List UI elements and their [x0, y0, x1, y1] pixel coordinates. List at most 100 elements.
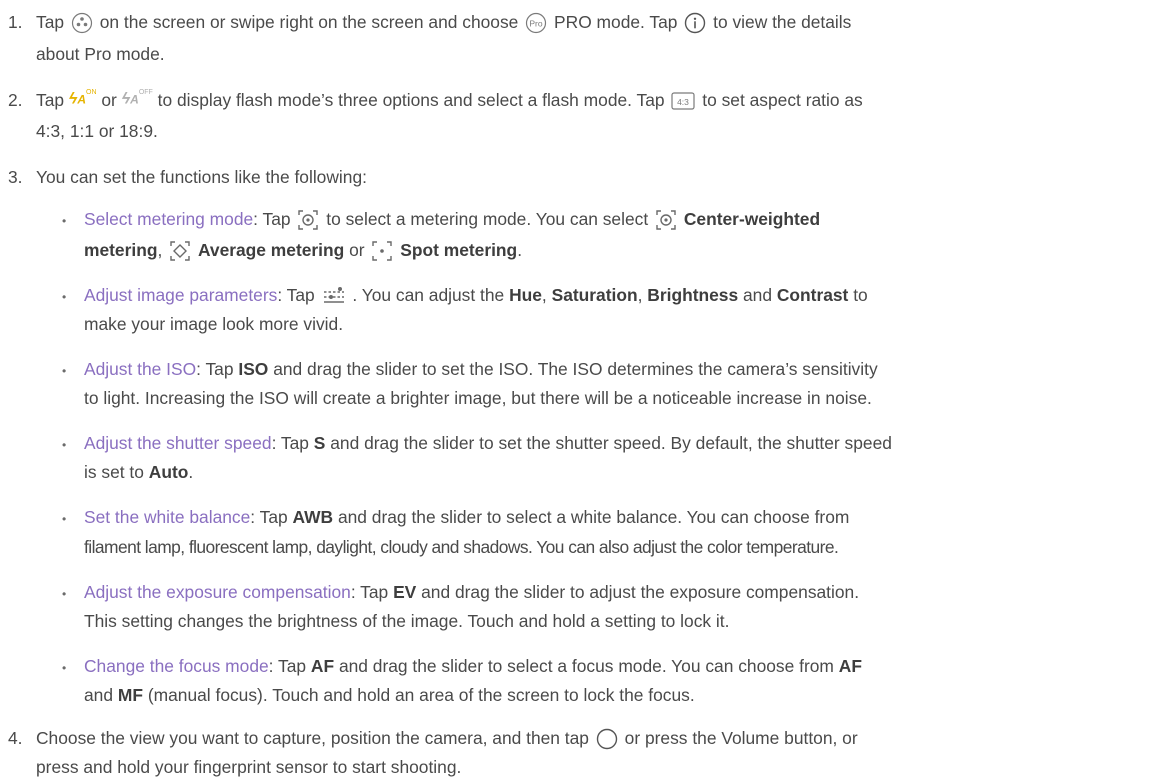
bullet: • — [62, 512, 67, 526]
function-wb-text-cont: filament lamp, fluorescent lamp, dayligh… — [84, 537, 839, 557]
function-text: , — [157, 240, 163, 260]
function-text: : Tap — [250, 507, 288, 527]
bold-term: Center-weighted — [683, 209, 821, 229]
bold-term: AF — [838, 656, 862, 676]
step-1-text-a: Tap — [36, 12, 65, 32]
bold-term: Auto — [148, 462, 189, 482]
bold-term: Average metering — [197, 240, 345, 260]
mode-dots-icon — [71, 12, 93, 34]
function-text: : Tap — [196, 359, 234, 379]
aspect-ratio-icon-label: 4:3 — [678, 97, 690, 107]
function-image-params-text-cont: make your image look more vivid. — [84, 314, 344, 334]
function-title: Adjust the ISO — [84, 359, 197, 379]
bold-term: ISO — [238, 359, 269, 379]
flash-on-label: ON — [86, 89, 97, 97]
aspect-ratio-icon: 4:3 — [671, 91, 696, 111]
function-text: is set to — [84, 462, 144, 482]
function-text: to — [853, 285, 868, 305]
function-metering-text-cont: metering, Average metering or Spot meter… — [84, 238, 522, 262]
bold-term: AF — [310, 656, 335, 676]
average-metering-icon — [169, 240, 191, 262]
step-4-text-cont: press and hold your fingerprint sensor t… — [36, 757, 462, 777]
function-text: , — [637, 285, 643, 305]
function-text: or — [349, 240, 365, 260]
step-4-number: 4. — [8, 728, 23, 748]
function-text: : Tap — [271, 433, 309, 453]
function-text: , — [541, 285, 547, 305]
step-2-text: Tap ϟAON or ϟAOFF to display flash mode’… — [36, 88, 863, 112]
function-text: and drag the slider to set the shutter s… — [330, 433, 892, 453]
function-ev-text: Adjust the exposure compensation: Tap EV… — [84, 580, 859, 604]
bold-term: S — [313, 433, 326, 453]
bold-term: Spot metering — [400, 240, 518, 260]
bullet: • — [62, 661, 67, 675]
bold-term: metering — [84, 240, 158, 260]
function-iso-text-cont: to light. Increasing the ISO will create… — [84, 388, 872, 408]
function-text: : Tap — [350, 582, 389, 602]
function-metering-text: Select metering mode: Tap to select a me… — [84, 207, 820, 231]
function-text: and drag the slider to set the ISO. The … — [273, 359, 878, 379]
bold-term: MF — [117, 685, 143, 705]
function-text: : Tap — [277, 285, 315, 305]
flash-off-label: OFF — [138, 89, 153, 97]
bold-term: AWB — [292, 507, 334, 527]
step-1-number: 1. — [8, 12, 23, 32]
pro-mode-icon-label: Pro — [530, 19, 544, 29]
function-ev-text-cont: This setting changes the brightness of t… — [84, 611, 730, 631]
flash-on-letter: A — [77, 92, 87, 107]
function-text: and drag the slider to select a focus mo… — [338, 656, 834, 676]
function-title: Change the focus mode — [84, 656, 269, 676]
function-title: Adjust the shutter speed — [84, 433, 272, 453]
spot-metering-icon — [371, 240, 393, 262]
bullet: • — [62, 214, 67, 228]
function-title: Select metering mode — [84, 209, 254, 229]
bullet: • — [62, 587, 67, 601]
function-text: . — [517, 240, 523, 260]
step-3-number: 3. — [8, 167, 23, 187]
function-title: Adjust image parameters — [84, 285, 278, 305]
function-text: and — [84, 685, 114, 705]
flash-off-icon: ϟAOFF — [121, 89, 153, 108]
function-shutter-text: Adjust the shutter speed: Tap S and drag… — [84, 431, 892, 455]
flash-off-letter: A — [130, 92, 139, 107]
function-text: : Tap — [268, 656, 307, 676]
step-1-text-d: to view the details — [713, 12, 852, 32]
function-af-text-cont: and MF (manual focus). Touch and hold an… — [84, 683, 695, 707]
step-1-text: Tap on the screen or swipe right on the … — [36, 10, 851, 34]
step-2-text-b: or — [101, 90, 117, 110]
function-text: . — [188, 462, 194, 482]
function-shutter-text-cont: is set to Auto. — [84, 460, 193, 484]
bold-term: Contrast — [776, 285, 849, 305]
function-title: Adjust the exposure compensation — [84, 582, 351, 602]
function-text: and drag the slider to select a white ba… — [337, 507, 850, 527]
bold-term: Hue — [509, 285, 542, 305]
image-adjust-icon — [322, 286, 346, 306]
bold-term: Brightness — [647, 285, 739, 305]
bullet: • — [62, 290, 67, 304]
bold-term: EV — [393, 582, 417, 602]
step-2-text-c: to display flash mode’s three options an… — [157, 90, 665, 110]
step-4-text-a: Choose the view you want to capture, pos… — [36, 728, 589, 748]
shutter-button-icon — [596, 728, 618, 750]
step-4-text-b: or press the Volume button, or — [624, 728, 858, 748]
info-icon — [684, 12, 706, 34]
step-2-text-a: Tap — [36, 90, 65, 110]
center-weighted-metering-icon — [297, 209, 319, 231]
step-2-text-cont: 4:3, 1:1 or 18:9. — [36, 121, 158, 141]
step-2-text-d: to set aspect ratio as — [702, 90, 863, 110]
function-text: . You can adjust the — [352, 285, 505, 305]
function-text: and — [742, 285, 772, 305]
function-text: to select a metering mode. You can selec… — [326, 209, 649, 229]
function-text: and drag the slider to adjust the exposu… — [421, 582, 860, 602]
bullet: • — [62, 438, 67, 452]
function-iso-text: Adjust the ISO: Tap ISO and drag the sli… — [84, 357, 878, 381]
step-4-text: Choose the view you want to capture, pos… — [36, 726, 858, 750]
bullet: • — [62, 364, 67, 378]
document-page: 1. Tap on the screen or swipe right on t… — [0, 0, 1158, 781]
step-3-text: You can set the functions like the follo… — [36, 167, 367, 187]
function-af-text: Change the focus mode: Tap AF and drag t… — [84, 654, 862, 678]
pro-mode-icon: Pro — [525, 12, 547, 34]
bold-term: Saturation — [551, 285, 638, 305]
step-2-number: 2. — [8, 90, 23, 110]
flash-on-icon: ϟAON — [68, 89, 97, 108]
